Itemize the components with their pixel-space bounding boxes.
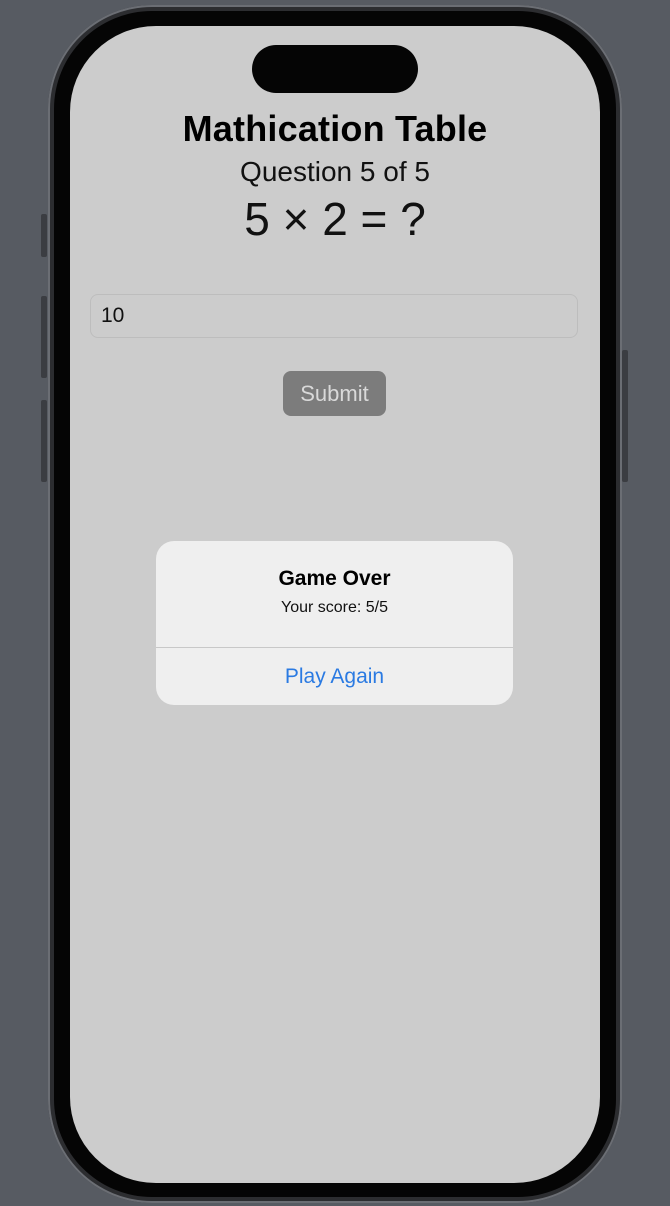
submit-button[interactable]: Submit [283, 371, 386, 416]
volume-up-button [41, 296, 47, 378]
game-over-alert: Game Over Your score: 5/5 Play Again [156, 541, 513, 705]
action-button [41, 214, 47, 257]
page-title: Mathication Table [182, 108, 488, 149]
question-progress: Question 5 of 5 [240, 156, 430, 187]
dynamic-island [252, 45, 418, 93]
alert-message: Your score: 5/5 [280, 599, 389, 616]
play-again-button[interactable]: Play Again [156, 648, 513, 705]
question-text: 5 × 2 = ? [244, 193, 426, 245]
power-button [622, 350, 628, 482]
answer-input[interactable] [90, 294, 578, 338]
alert-title: Game Over [278, 567, 391, 590]
phone-screen: Mathication Table Question 5 of 5 5 × 2 … [70, 26, 600, 1183]
simulator-stage: Mathication Table Question 5 of 5 5 × 2 … [0, 0, 670, 1206]
volume-down-button [41, 400, 47, 482]
